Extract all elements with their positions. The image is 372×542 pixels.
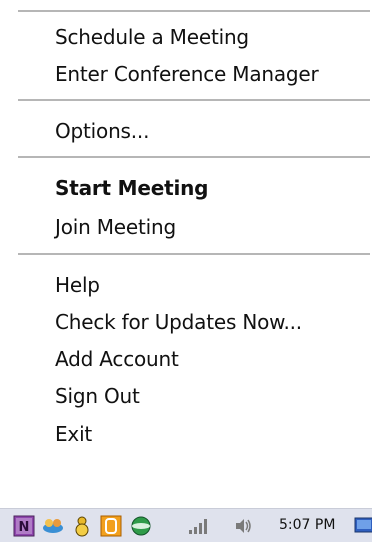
desktop-icon[interactable] bbox=[354, 515, 372, 537]
svg-text:N: N bbox=[19, 520, 30, 535]
menu-item-join-meeting[interactable]: Join Meeting bbox=[55, 212, 176, 242]
network-people-icon[interactable] bbox=[42, 515, 64, 537]
menu-item-options[interactable]: Options... bbox=[55, 116, 149, 146]
menu-item-schedule-meeting[interactable]: Schedule a Meeting bbox=[55, 22, 249, 52]
menu-item-help[interactable]: Help bbox=[55, 270, 100, 300]
menu-separator bbox=[18, 253, 370, 255]
context-menu-screen: Schedule a Meeting Enter Conference Mana… bbox=[0, 0, 372, 542]
tray-clock[interactable]: 5:07 PM bbox=[279, 517, 335, 533]
onenote-icon[interactable]: N bbox=[13, 515, 35, 537]
menu-separator bbox=[18, 156, 370, 158]
menu-item-start-meeting[interactable]: Start Meeting bbox=[55, 173, 208, 203]
green-app-icon[interactable] bbox=[130, 515, 152, 537]
menu-item-exit[interactable]: Exit bbox=[55, 419, 92, 449]
menu-separator bbox=[18, 99, 370, 101]
volume-icon[interactable] bbox=[232, 515, 254, 537]
menu-item-add-account[interactable]: Add Account bbox=[55, 344, 179, 374]
menu-separator bbox=[18, 10, 370, 12]
signal-bars-icon[interactable] bbox=[187, 515, 209, 537]
menu-item-check-updates[interactable]: Check for Updates Now... bbox=[55, 307, 302, 337]
yellow-figure-icon[interactable] bbox=[71, 515, 93, 537]
menu-item-sign-out[interactable]: Sign Out bbox=[55, 381, 140, 411]
orange-app-icon[interactable] bbox=[100, 515, 122, 537]
menu-item-enter-conference-manager[interactable]: Enter Conference Manager bbox=[55, 59, 319, 89]
system-tray: N 5:07 PM bbox=[0, 508, 372, 542]
